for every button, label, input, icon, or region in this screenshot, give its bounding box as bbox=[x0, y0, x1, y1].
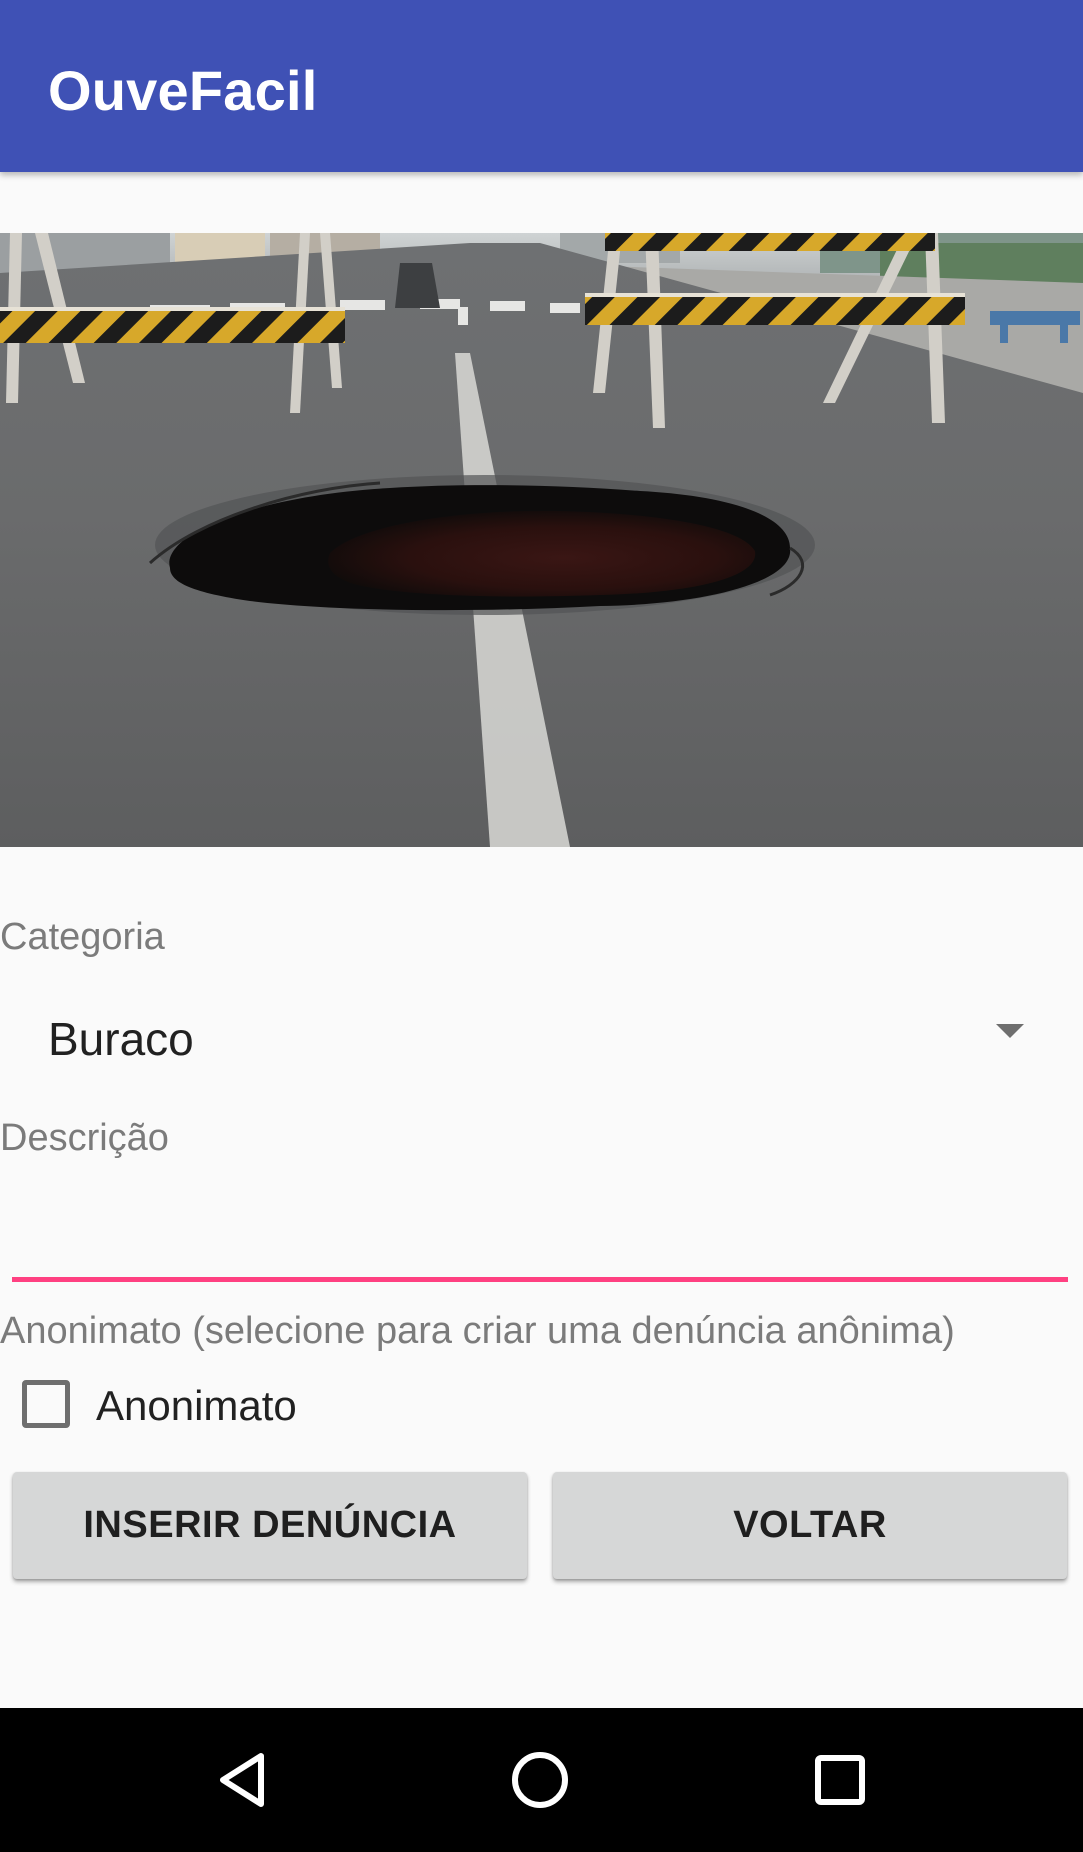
voltar-button[interactable]: VOLTAR bbox=[553, 1472, 1067, 1579]
anonimato-checkbox-row[interactable]: Anonimato bbox=[0, 1378, 400, 1438]
dropdown-arrow-icon bbox=[996, 1024, 1024, 1038]
anonimato-checkbox[interactable] bbox=[22, 1380, 70, 1428]
anonimato-checkbox-label[interactable]: Anonimato bbox=[96, 1381, 297, 1431]
input-underline bbox=[12, 1277, 1068, 1282]
categoria-spinner[interactable]: Buraco bbox=[0, 990, 1083, 1086]
anonimato-label: Anonimato (selecione para criar uma denú… bbox=[0, 1310, 955, 1352]
app-title: OuveFacil bbox=[48, 59, 318, 122]
descricao-input[interactable] bbox=[12, 1172, 1068, 1282]
system-navigation-bar bbox=[0, 1708, 1083, 1852]
home-circle-icon[interactable] bbox=[508, 1748, 572, 1812]
app-bar: OuveFacil bbox=[0, 0, 1083, 172]
categoria-selected-value: Buraco bbox=[48, 1013, 194, 1065]
pothole-photo bbox=[0, 233, 1083, 847]
descricao-label: Descrição bbox=[0, 1117, 169, 1159]
back-triangle-icon[interactable] bbox=[211, 1748, 275, 1812]
categoria-label: Categoria bbox=[0, 916, 165, 958]
inserir-denuncia-button[interactable]: INSERIR DENÚNCIA bbox=[13, 1472, 527, 1579]
recents-square-icon[interactable] bbox=[808, 1748, 872, 1812]
